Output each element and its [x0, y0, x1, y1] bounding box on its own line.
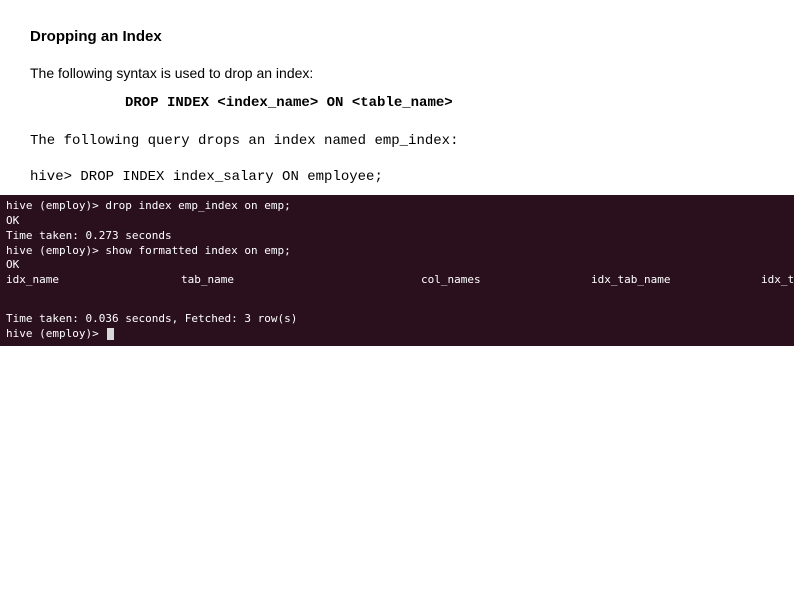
terminal-blank	[6, 300, 794, 312]
terminal-window: hive (employ)> drop index emp_index on e…	[0, 195, 794, 346]
terminal-line: Time taken: 0.273 seconds	[6, 229, 794, 244]
terminal-line-prompt: hive (employ)>	[6, 327, 794, 342]
col-header: idx_type	[761, 273, 794, 288]
document-content: Dropping an Index The following syntax i…	[0, 0, 794, 185]
section-heading: Dropping an Index	[30, 28, 764, 45]
col-header: idx_tab_name	[591, 273, 761, 288]
col-header: idx_name	[6, 273, 181, 288]
col-header: col_names	[421, 273, 591, 288]
description-text: The following query drops an index named…	[30, 133, 764, 149]
example-query: hive> DROP INDEX index_salary ON employe…	[30, 169, 764, 185]
syntax-block: DROP INDEX <index_name> ON <table_name>	[125, 95, 764, 111]
col-header: tab_name	[181, 273, 421, 288]
terminal-columns-row: idx_name tab_name col_names idx_tab_name…	[6, 273, 794, 288]
terminal-line: Time taken: 0.036 seconds, Fetched: 3 ro…	[6, 312, 794, 327]
terminal-blank	[6, 288, 794, 300]
intro-text: The following syntax is used to drop an …	[30, 65, 764, 81]
terminal-line: OK	[6, 214, 794, 229]
terminal-line: hive (employ)> drop index emp_index on e…	[6, 199, 794, 214]
terminal-body: hive (employ)> drop index emp_index on e…	[0, 195, 794, 346]
terminal-line: OK	[6, 258, 794, 273]
prompt-text: hive (employ)>	[6, 327, 105, 340]
terminal-line: hive (employ)> show formatted index on e…	[6, 244, 794, 259]
cursor-icon	[107, 328, 114, 340]
